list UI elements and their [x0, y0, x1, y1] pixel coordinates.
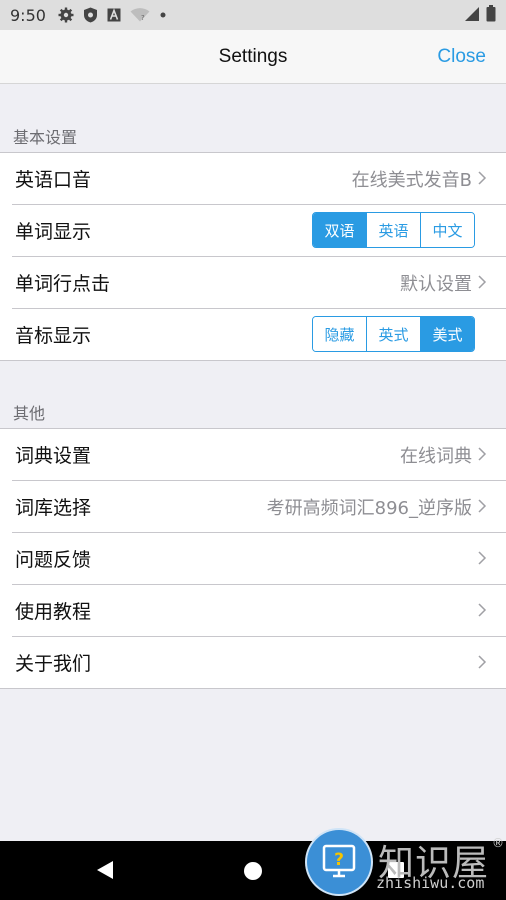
help-monitor-icon: ? — [322, 844, 356, 878]
row-feedback[interactable]: 问题反馈 — [12, 532, 506, 584]
watermark-logo: ? — [307, 830, 371, 894]
watermark-site: zhishiwu.com — [376, 874, 485, 892]
gear-icon — [58, 7, 74, 23]
segment-hide[interactable]: 隐藏 — [313, 317, 366, 351]
chevron-right-icon — [478, 551, 487, 565]
row-label: 音标显示 — [15, 325, 92, 347]
row-label: 词库选择 — [15, 497, 92, 519]
section-header-other: 其他 — [13, 404, 46, 423]
word-display-segmented-control: 双语 英语 中文 — [312, 212, 475, 248]
chevron-right-icon — [478, 603, 487, 617]
settings-group-basic: 英语口音 在线美式发音B 单词显示 双语 英语 中文 单词行点击 默认设置 音标… — [0, 152, 506, 361]
dot-icon — [160, 12, 166, 18]
status-bar: 9:50 ? — [0, 0, 506, 30]
chevron-right-icon — [478, 499, 487, 513]
phonetic-display-segmented-control: 隐藏 英式 美式 — [312, 316, 475, 352]
nav-bar: Settings Close — [0, 30, 506, 84]
row-label: 关于我们 — [15, 653, 92, 675]
row-label: 单词显示 — [15, 221, 92, 243]
svg-text:?: ? — [334, 850, 344, 870]
row-label: 单词行点击 — [15, 273, 111, 295]
segment-english[interactable]: 英语 — [366, 213, 420, 247]
shield-icon — [83, 7, 97, 23]
wifi-icon: ? — [130, 8, 150, 22]
a-icon — [107, 8, 121, 22]
segment-american[interactable]: 美式 — [420, 317, 474, 351]
segment-british[interactable]: 英式 — [366, 317, 420, 351]
row-dictionary[interactable]: 词典设置 在线词典 — [12, 429, 506, 480]
row-tutorial[interactable]: 使用教程 — [12, 584, 506, 636]
row-value: 在线美式发音B — [351, 169, 472, 191]
chevron-right-icon — [478, 655, 487, 669]
status-icons: ? — [58, 7, 167, 23]
row-value: 在线词典 — [400, 445, 472, 467]
page-title: Settings — [218, 46, 288, 67]
chevron-right-icon — [478, 171, 487, 185]
status-right — [464, 5, 496, 22]
row-word-display: 单词显示 双语 英语 中文 — [12, 204, 506, 256]
row-word-bank[interactable]: 词库选择 考研高频词汇896_逆序版 — [12, 480, 506, 532]
back-icon[interactable] — [96, 860, 114, 880]
row-value: 考研高频词汇896_逆序版 — [266, 497, 472, 519]
row-label: 问题反馈 — [15, 549, 92, 571]
row-label: 英语口音 — [15, 169, 92, 191]
signal-icon — [465, 6, 479, 21]
row-label: 词典设置 — [15, 445, 92, 467]
home-icon[interactable] — [244, 862, 262, 880]
row-label: 使用教程 — [15, 601, 92, 623]
segment-bilingual[interactable]: 双语 — [313, 213, 366, 247]
section-header-basic: 基本设置 — [13, 128, 78, 147]
segment-chinese[interactable]: 中文 — [420, 213, 474, 247]
row-phonetic-display: 音标显示 隐藏 英式 美式 — [12, 308, 506, 360]
row-pronunciation[interactable]: 英语口音 在线美式发音B — [12, 153, 506, 204]
chevron-right-icon — [478, 447, 487, 461]
close-button[interactable]: Close — [437, 30, 486, 83]
watermark-registered: ® — [492, 836, 504, 850]
row-value: 默认设置 — [400, 273, 472, 295]
row-word-click[interactable]: 单词行点击 默认设置 — [12, 256, 506, 308]
status-time: 9:50 — [10, 5, 46, 25]
row-about[interactable]: 关于我们 — [12, 636, 506, 688]
settings-group-other: 词典设置 在线词典 词库选择 考研高频词汇896_逆序版 问题反馈 使用教程 关… — [0, 428, 506, 689]
svg-text:?: ? — [141, 14, 145, 22]
chevron-right-icon — [478, 275, 487, 289]
battery-icon — [486, 5, 496, 22]
